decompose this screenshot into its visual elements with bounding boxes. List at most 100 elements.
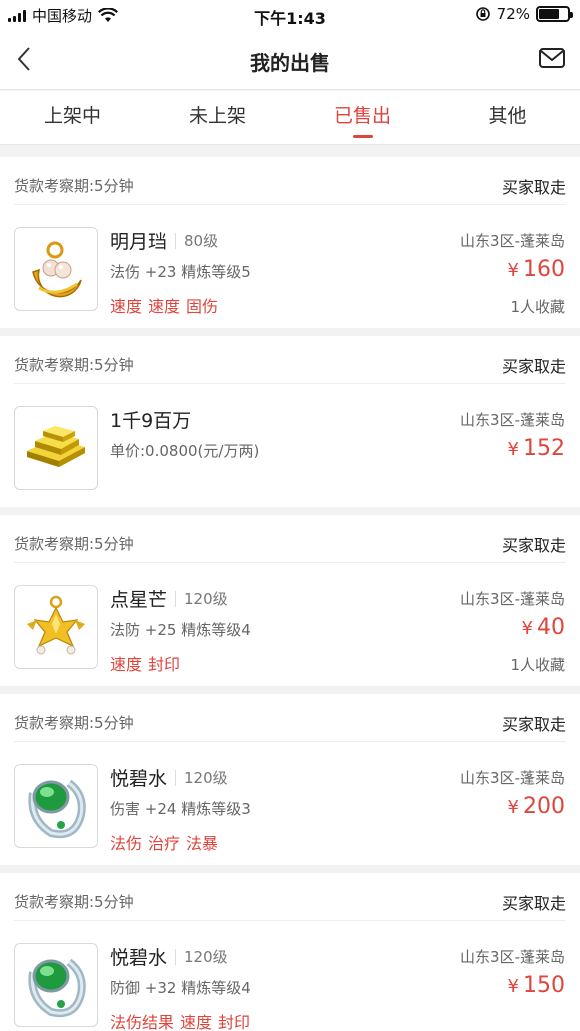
item-tags: 速度 封印 [110,651,186,675]
order-status: 买家取走 [501,715,566,734]
item-price: ¥200 [508,794,565,819]
server-label: 山东3区-蓬莱岛 [460,411,565,429]
item-thumbnail [14,585,98,669]
item-thumbnail [14,227,98,311]
currency-symbol: ¥ [507,260,519,281]
mail-icon [539,48,565,68]
list-item[interactable]: 货款考察期:5分钟 买家取走 1千9百万 山东3区-蓬莱岛 单价:0.0800(… [0,336,580,507]
server-label: 山东3区-蓬莱岛 [460,948,565,966]
list-item[interactable]: 货款考察期:5分钟 买家取走 点星芒 120级 山东3区-蓬莱岛 法防 +25 … [0,515,580,686]
card-header: 货款考察期:5分钟 买家取走 [14,336,566,384]
tag: 速度 [180,1013,213,1031]
item-attributes: 法防 +25 精炼等级4 [110,621,251,639]
tag: 速度 [148,297,181,316]
tag: 治疗 [148,834,181,853]
item-title-row: 悦碧水 120级 [110,943,228,970]
tag: 法伤结果 [110,1013,175,1031]
item-name: 1千9百万 [110,410,192,432]
status-right: 72% [475,5,573,23]
page-title: 我的出售 [250,51,330,75]
item-name: 明月珰 [110,231,168,253]
item-thumbnail [14,943,98,1027]
item-thumbnail [14,406,98,490]
inspection-period: 货款考察期:5分钟 [14,893,134,911]
favorites-count: 1人收藏 [510,656,565,674]
tag: 封印 [218,1013,251,1031]
list-item[interactable]: 货款考察期:5分钟 买家取走 悦碧水 120级 山东3区-蓬莱岛 伤害 +24 … [0,694,580,865]
server-label: 山东3区-蓬莱岛 [460,590,565,608]
item-name: 点星芒 [110,589,168,611]
favorites-count: 1人收藏 [510,298,565,316]
item-price: ¥152 [508,436,565,461]
item-level: 80级 [175,232,218,249]
item-attributes: 法伤 +23 精炼等级5 [110,263,251,281]
tag: 固伤 [186,297,219,316]
item-unit-price: 单价:0.0800(元/万两) [110,442,260,460]
card-header: 货款考察期:5分钟 买家取走 [14,694,566,742]
orientation-lock-icon [475,7,490,21]
item-title-row: 点星芒 120级 [110,585,228,612]
price-value: 40 [537,615,565,640]
item-level: 120级 [175,948,228,965]
item-price: ¥40 [522,615,565,640]
tab-sold[interactable]: 已售出 [290,91,435,144]
order-status: 买家取走 [501,357,566,376]
order-status: 买家取走 [501,894,566,913]
status-bar: 中国移动 下午1:43 72% [0,0,580,30]
item-name: 悦碧水 [110,947,168,969]
price-value: 160 [523,257,565,282]
battery-level [539,9,560,19]
list-item[interactable]: 货款考察期:5分钟 买家取走 明月珰 80级 山东3区-蓬莱岛 法伤 +23 精… [0,157,580,328]
jade-ring-icon [28,958,86,1018]
gold-bar-icon [27,426,85,467]
star-earring-icon [27,595,85,655]
tag: 法暴 [186,834,219,853]
order-status: 买家取走 [501,178,566,197]
inspection-period: 货款考察期:5分钟 [14,177,134,195]
item-level: 120级 [175,769,228,786]
item-attributes: 防御 +32 精炼等级4 [110,979,251,997]
sold-list: 货款考察期:5分钟 买家取走 明月珰 80级 山东3区-蓬莱岛 法伤 +23 精… [0,157,580,1031]
earring-icon [32,241,82,298]
price-value: 152 [523,436,565,461]
server-label: 山东3区-蓬莱岛 [460,232,565,250]
currency-symbol: ¥ [507,439,519,460]
item-title-row: 1千9百万 [110,406,191,433]
price-value: 200 [523,794,565,819]
tab-on-sale[interactable]: 上架中 [0,91,145,144]
nav-bar: 我的出售 [0,30,580,90]
item-level: 120级 [175,590,228,607]
item-tags: 速度 速度 固伤 [110,293,224,317]
list-item[interactable]: 货款考察期:5分钟 买家取走 悦碧水 120级 山东3区-蓬莱岛 防御 +32 … [0,873,580,1031]
item-thumbnail [14,764,98,848]
battery-icon [536,6,573,22]
item-price: ¥150 [508,973,565,998]
order-status: 买家取走 [501,536,566,555]
item-tags: 法伤结果 速度 封印 [110,1009,256,1031]
tab-other[interactable]: 其他 [435,91,580,144]
inspection-period: 货款考察期:5分钟 [14,356,134,374]
currency-symbol: ¥ [507,976,519,997]
tab-not-listed[interactable]: 未上架 [145,91,290,144]
message-button[interactable] [538,44,566,72]
tag: 封印 [148,655,181,674]
currency-symbol: ¥ [521,618,533,639]
tag: 速度 [110,655,143,674]
currency-symbol: ¥ [507,797,519,818]
card-header: 货款考察期:5分钟 买家取走 [14,873,566,921]
tag: 法伤 [110,834,143,853]
inspection-period: 货款考察期:5分钟 [14,535,134,553]
item-tags: 法伤 治疗 法暴 [110,830,224,854]
inspection-period: 货款考察期:5分钟 [14,714,134,732]
tag: 速度 [110,297,143,316]
item-attributes: 伤害 +24 精炼等级3 [110,800,251,818]
battery-percent: 72% [496,5,530,23]
item-title-row: 明月珰 80级 [110,227,218,254]
tab-bar: 上架中 未上架 已售出 其他 [0,91,580,145]
card-header: 货款考察期:5分钟 买家取走 [14,157,566,205]
server-label: 山东3区-蓬莱岛 [460,769,565,787]
card-header: 货款考察期:5分钟 买家取走 [14,515,566,563]
item-title-row: 悦碧水 120级 [110,764,228,791]
jade-ring-icon [28,779,86,839]
item-price: ¥160 [508,257,565,282]
